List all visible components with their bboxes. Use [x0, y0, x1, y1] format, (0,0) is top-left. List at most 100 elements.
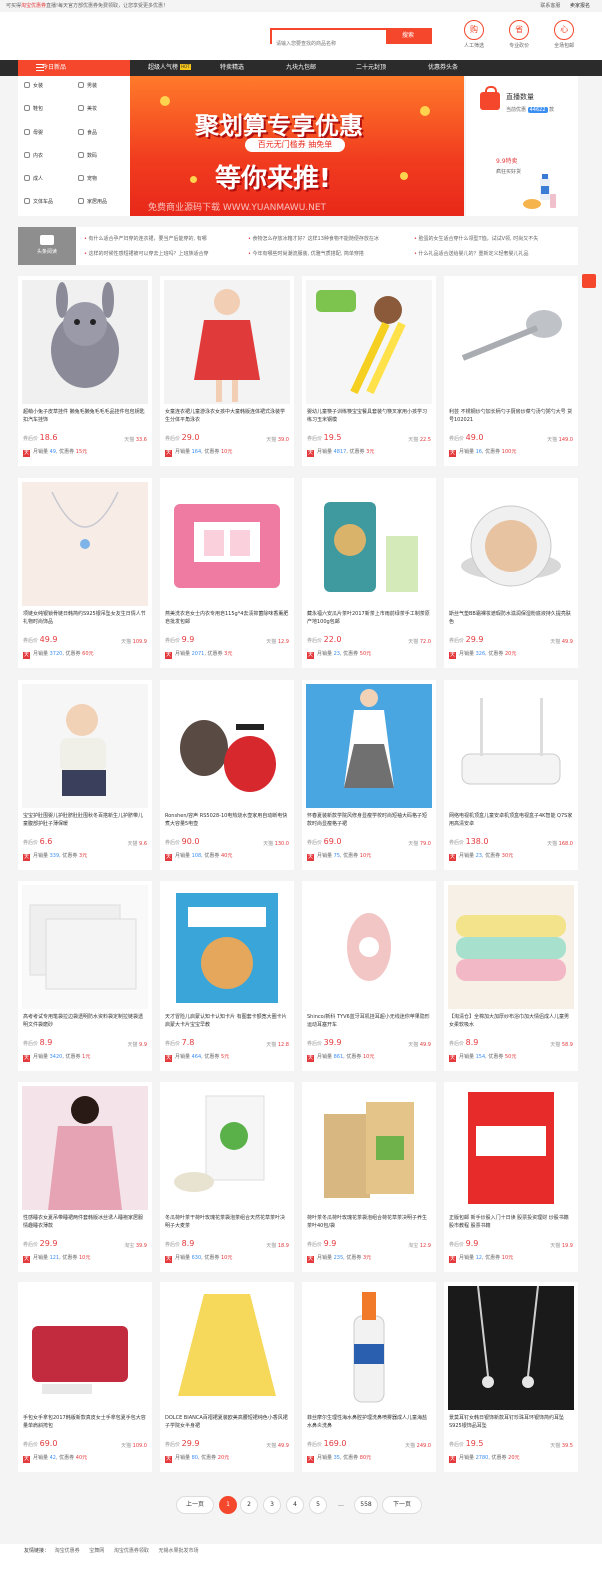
product-title[interactable]: Ronshen/容声 RS5028-10电热烧水壶家用自动断电快煮大容量5电壶	[165, 812, 289, 828]
product-image[interactable]	[164, 482, 290, 606]
friend-link[interactable]: 无锡水果批发市场	[158, 1548, 198, 1554]
product-title[interactable]: 婴幼儿童筷子训练筷宝宝餐具套装勺筷叉家用小孩学习练习玉米钢模	[307, 408, 431, 424]
product-title[interactable]: 菲丝摩尔生理性海水鼻腔护理洗鼻喷雾器成人儿童海盐水鼻炎洗鼻	[307, 1414, 431, 1430]
product-card[interactable]: 【淘清仓】全棉加大加厚纱布浴巾加大情侣成人儿童男女柔软吸水 券后价 8.9 天猫 5…	[444, 881, 578, 1071]
category-link[interactable]: 家居用品	[78, 198, 107, 205]
product-image[interactable]	[22, 1286, 148, 1410]
search-input[interactable]	[272, 38, 386, 50]
product-title[interactable]: DOLCE BIANCA百褶裙夏装欧美高腰短裙纯色小香风裙子学院女半身裙	[165, 1414, 289, 1430]
product-title[interactable]: 燕美洗衣皂女士内衣专用皂115g*4去渍抑菌除味香薰肥皂批发包邮	[165, 610, 289, 626]
product-title[interactable]: 宝宝护肚围婴儿护肚脐肚肚围秋冬百搭新生儿护脐带儿童腹部护肚子薄保暖	[23, 812, 147, 828]
nav-item-9-9[interactable]: 九块九包邮	[286, 60, 316, 76]
page-2-button[interactable]: 2	[240, 1496, 258, 1514]
product-title[interactable]: 女童连衣裙儿童游泳衣女孩中大童韩版连体裙式泳装学生分体平角泳衣	[165, 408, 289, 424]
nav-item-20[interactable]: 二十元封顶	[356, 60, 386, 76]
product-card[interactable]: DOLCE BIANCA百褶裙夏装欧美高腰短裙纯色小香风裙子学院女半身裙 券后价 …	[160, 1282, 294, 1472]
promo-title[interactable]: 9.9特卖	[496, 156, 518, 165]
product-card[interactable]: 斯丝气垫BB霜裸妆遮瑕防水滋润保湿粉底液持久提亮肤色 券后价 29.9 天猫 49.…	[444, 478, 578, 668]
product-image[interactable]	[448, 1286, 574, 1410]
product-image[interactable]	[164, 1286, 290, 1410]
product-title[interactable]: 冬瓜荷叶茶干荷叶玫瑰花茶袋泡茶组合天然花草茶叶决明子大麦茶	[165, 1214, 289, 1230]
product-card[interactable]: 项链女纯银锁骨链日韩简约S925银吊坠女友生日情人节礼物时尚饰品 券后价 49.9…	[18, 478, 152, 668]
search-button[interactable]: 搜索	[386, 30, 430, 42]
product-title[interactable]: 利芸 不锈钢炒勺加长柄勺子厨房炒菜勺汤勺粥勺大号 货号102021	[449, 408, 573, 424]
product-title[interactable]: 斯丝气垫BB霜裸妆遮瑕防水滋润保湿粉底液持久提亮肤色	[449, 610, 573, 626]
product-title[interactable]: 手包女手拿包2017韩版新款真皮女士手拿包夏手包大容量单肩斜挎包	[23, 1414, 147, 1430]
product-title[interactable]: 项链女纯银锁骨链日韩简约S925银吊坠女友生日情人节礼物时尚饰品	[23, 610, 147, 626]
news-item[interactable]: • 脸蛋的女生适合穿什么领型T恤，试试V领, 时尚又不失	[414, 235, 574, 242]
news-item[interactable]: • 食物怎么存放冰箱才好？这样13种食物不能随便存放在冰	[248, 235, 379, 242]
product-title[interactable]: 【淘清仓】全棉加大加厚纱布浴巾加大情侣成人儿童男女柔软吸水	[449, 1013, 573, 1029]
product-image[interactable]	[306, 482, 432, 606]
product-card[interactable]: Shinco/新科 TYV6蓝牙耳机挂耳超小无线迷你苹果隐形运动耳塞开车 券后价 …	[302, 881, 436, 1071]
category-link[interactable]: 鞋包	[24, 105, 43, 112]
product-image[interactable]	[448, 280, 574, 404]
product-title[interactable]: 性感睡衣女夏吊带睡裙两件套韩版冰丝诱人睡袍家居服情趣睡衣薄款	[23, 1214, 147, 1230]
product-image[interactable]	[164, 1086, 290, 1210]
product-image[interactable]	[164, 280, 290, 404]
category-link[interactable]: 宠物	[78, 175, 97, 182]
product-title[interactable]: 高考考试专用笔袋拉边袋透明防水资料袋定制拉链袋透明文件袋磨砂	[23, 1013, 147, 1029]
nav-item-special[interactable]: 特卖精选	[220, 60, 244, 76]
product-title[interactable]: 网络电视机顶盒儿童安卓机顶盒电视盒子4K智能 Q7S家用高清安卓	[449, 812, 573, 828]
product-image[interactable]	[22, 482, 148, 606]
news-item[interactable]: • 这样的时候性感短裙被可以穿去上班吗？上班族适合穿	[84, 250, 209, 257]
notification-bell-icon[interactable]	[582, 274, 596, 288]
next-page-button[interactable]: 下一页	[382, 1496, 422, 1514]
product-image[interactable]	[22, 1086, 148, 1210]
product-title[interactable]: 超萌小兔子皮草挂件 獭兔毛獭兔毛毛毛品挂件包包钥匙扣汽车挂饰	[23, 408, 147, 424]
product-image[interactable]	[306, 1286, 432, 1410]
category-link[interactable]: 内衣	[24, 151, 43, 159]
product-card[interactable]: 正版包邮 新手炒股入门十日读 股票投资理财 炒股书籍 股市教程 股票书籍 券后价 …	[444, 1082, 578, 1272]
product-card[interactable]: 利芸 不锈钢炒勺加长柄勺子厨房炒菜勺汤勺粥勺大号 货号102021 券后价 49.…	[444, 276, 578, 466]
product-card[interactable]: 网络电视机顶盒儿童安卓机顶盒电视盒子4K智能 Q7S家用高清安卓 券后价 138.…	[444, 680, 578, 870]
category-link[interactable]: 美妆	[78, 105, 97, 112]
promo-banner[interactable]: 聚划算专享优惠 百元无门槛券 抽免单 等你来推! 免费商业源码下载 WWW.YU…	[130, 76, 464, 216]
news-item[interactable]: • 什么礼品适合送给婴儿的？重新定义轻奢婴儿礼品	[414, 250, 574, 257]
seller-signup-link[interactable]: 卖家报名	[570, 3, 590, 9]
product-title[interactable]: 正版包邮 新手炒股入门十日读 股票投资理财 炒股书籍 股市教程 股票书籍	[449, 1214, 573, 1230]
product-image[interactable]	[22, 684, 148, 808]
customer-service-link[interactable]: 联系客服	[540, 3, 560, 9]
product-card[interactable]: 荷叶茶冬瓜荷叶玫瑰花茶袋泡组合荷花草茶决明子养生茶叶40包/袋 券后价 9.9 淘宝…	[302, 1082, 436, 1272]
prev-page-button[interactable]: 上一页	[176, 1496, 214, 1514]
nav-category-today[interactable]: 今日新品	[18, 60, 130, 76]
product-image[interactable]	[306, 280, 432, 404]
product-card[interactable]: 燕美洗衣皂女士内衣专用皂115g*4去渍抑菌除味香薰肥皂批发包邮 券后价 9.9 天…	[160, 478, 294, 668]
product-card[interactable]: 怀春夏装新款学院风修身显瘦学校时尚短袖大码格子短款时尚显瘦格子裙 券后价 69.0…	[302, 680, 436, 870]
news-item[interactable]: • 有什么适合孕产妇穿的连衣裙，要当产后能穿的, 有哪	[84, 235, 207, 242]
friend-link[interactable]: 淘宝优惠券领取	[114, 1548, 149, 1554]
product-card[interactable]: Ronshen/容声 RS5028-10电热烧水壶家用自动断电快煮大容量5电壶券…	[160, 680, 294, 870]
product-image[interactable]	[448, 885, 574, 1009]
product-title[interactable]: 荷叶茶冬瓜荷叶玫瑰花茶袋泡组合荷花草茶决明子养生茶叶40包/袋	[307, 1214, 431, 1230]
friend-link[interactable]: 宝舞网	[89, 1548, 104, 1554]
product-title[interactable]: 天才冒险儿启蒙认知卡认知卡片 有图套卡额宽大圈卡片启蒙大卡片宝宝早教	[165, 1013, 289, 1029]
product-card[interactable]: 天才冒险儿启蒙认知卡认知卡片 有图套卡额宽大圈卡片启蒙大卡片宝宝早教 券后价 7.…	[160, 881, 294, 1071]
friend-link[interactable]: 淘宝优惠券	[55, 1548, 80, 1554]
category-link[interactable]: 数码	[78, 151, 97, 159]
product-card[interactable]: 藏永福六安瓜片茶叶2017新茶上市雨前绿茶手工制茶原产地100g包邮 券后价 22…	[302, 478, 436, 668]
product-card[interactable]: 高考考试专用笔袋拉边袋透明防水资料袋定制拉链袋透明文件袋磨砂 券后价 8.9 天猫 …	[18, 881, 152, 1071]
product-image[interactable]	[306, 1086, 432, 1210]
product-image[interactable]	[448, 1086, 574, 1210]
product-card[interactable]: 性感睡衣女夏吊带睡裙两件套韩版冰丝诱人睡袍家居服情趣睡衣薄款 券后价 29.9 淘宝…	[18, 1082, 152, 1272]
product-title[interactable]: 藏永福六安瓜片茶叶2017新茶上市雨前绿茶手工制茶原产地100g包邮	[307, 610, 431, 626]
product-image[interactable]	[448, 684, 574, 808]
category-link[interactable]: 文体车品	[24, 198, 53, 205]
page-3-button[interactable]: 3	[263, 1496, 281, 1514]
category-link[interactable]: 女装	[24, 82, 43, 89]
category-link[interactable]: 成人	[24, 175, 43, 182]
product-card[interactable]: 女童连衣裙儿童游泳衣女孩中大童韩版连体裙式泳装学生分体平角泳衣 券后价 29.0 天…	[160, 276, 294, 466]
product-card[interactable]: 冬瓜荷叶茶干荷叶玫瑰花茶袋泡茶组合天然花草茶叶决明子大麦茶 券后价 8.9 天猫 1…	[160, 1082, 294, 1272]
product-card[interactable]: 菲丝摩尔生理性海水鼻腔护理洗鼻喷雾器成人儿童海盐水鼻炎洗鼻 券后价 169.0 天猫…	[302, 1282, 436, 1472]
product-title[interactable]: Shinco/新科 TYV6蓝牙耳机挂耳超小无线迷你苹果隐形运动耳塞开车	[307, 1013, 431, 1029]
page-5-button[interactable]: 5	[309, 1496, 327, 1514]
product-image[interactable]	[448, 482, 574, 606]
category-link[interactable]: 男装	[78, 82, 97, 89]
product-image[interactable]	[22, 885, 148, 1009]
product-image[interactable]	[306, 885, 432, 1009]
page-4-button[interactable]: 4	[286, 1496, 304, 1514]
product-title[interactable]: 景莫耳钉女韩日银饰新款耳钉珍珠耳环银饰简约耳坠S925银饰品耳坠	[449, 1414, 573, 1430]
product-image[interactable]	[22, 280, 148, 404]
product-image[interactable]	[164, 684, 290, 808]
